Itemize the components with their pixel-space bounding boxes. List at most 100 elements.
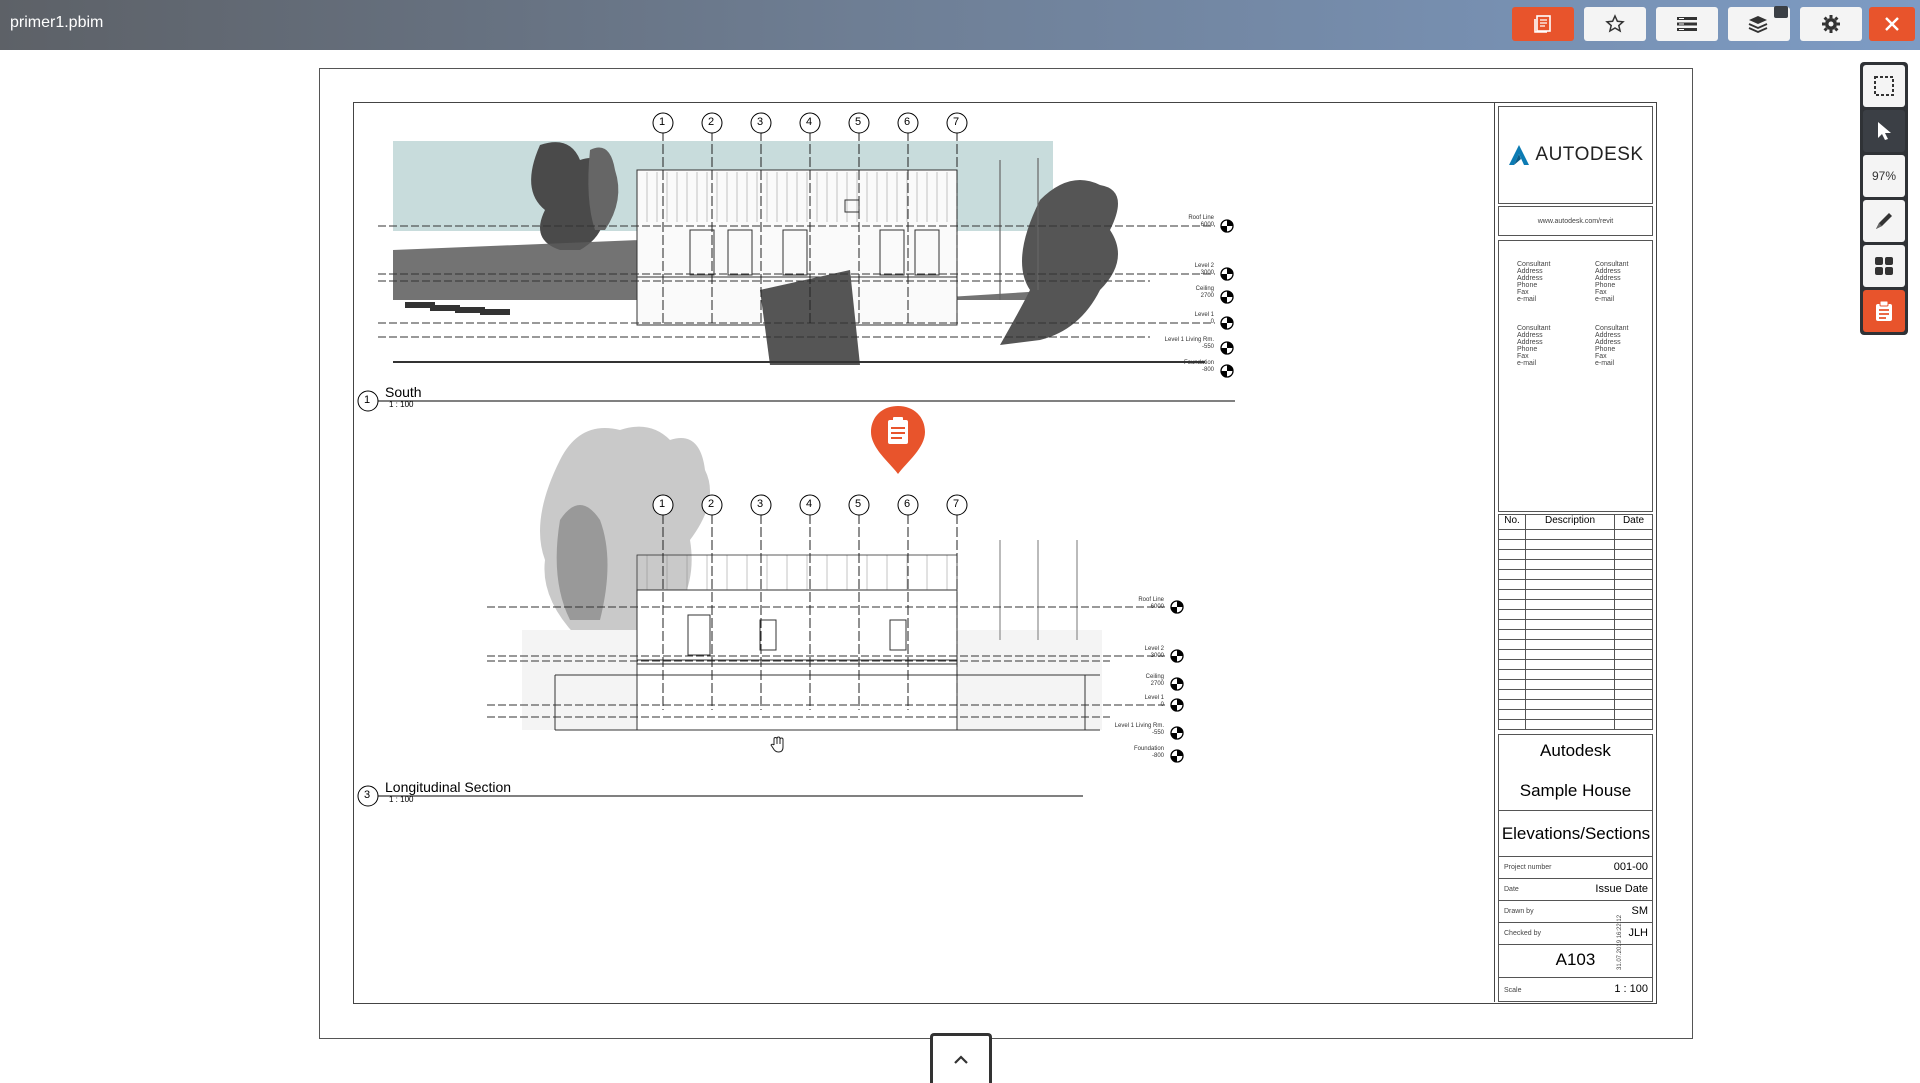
pen-icon [1876, 213, 1892, 229]
level-value: 3000 [1150, 653, 1164, 659]
close-button[interactable] [1869, 7, 1915, 41]
favorites-button[interactable] [1584, 7, 1646, 41]
view-name: South [385, 384, 422, 400]
grid-four-icon [1875, 257, 1893, 275]
level-name: Level 1 Living Rm. [1114, 723, 1164, 729]
revision-rows [1499, 530, 1652, 729]
grid-label: 7 [953, 498, 960, 510]
grid-label: 4 [806, 116, 813, 128]
grid-label: 1 [659, 498, 666, 510]
settings-button[interactable] [1800, 7, 1862, 41]
pointer-tool-button[interactable] [1863, 110, 1905, 152]
issue-pin[interactable] [869, 404, 927, 476]
grid-label: 3 [757, 498, 764, 510]
field-row: Checked by JLH [1499, 923, 1652, 945]
level-value: 0 [1210, 319, 1214, 325]
level-value: -550 [1201, 344, 1214, 350]
level-value: 2700 [1150, 681, 1164, 687]
sheets-button[interactable] [1512, 7, 1574, 41]
issues-button[interactable] [1863, 290, 1905, 332]
expand-panel-button[interactable] [930, 1033, 992, 1083]
region-select-button[interactable] [1863, 65, 1905, 107]
consultant-block: Consultant Address Address Phone Fax e-mail [1517, 261, 1551, 303]
rev-col-date: Date [1622, 515, 1645, 526]
level-name: Foundation [1183, 360, 1214, 366]
components-button[interactable] [1863, 245, 1905, 287]
level-value: 6000 [1200, 222, 1214, 228]
autodesk-logo: AUTODESK [1535, 144, 1644, 165]
level-name: Ceiling [1195, 286, 1214, 292]
level-name: Level 1 Living Rm. [1164, 337, 1214, 343]
grid-label: 7 [953, 116, 960, 128]
level-name: Foundation [1133, 746, 1164, 752]
field-row: Drawn by SM [1499, 901, 1652, 923]
rev-col-description: Description [1526, 515, 1615, 529]
level-value: 2700 [1200, 293, 1214, 299]
list-icon [1677, 17, 1697, 31]
layers-button[interactable] [1728, 6, 1790, 41]
level-value: 0 [1160, 702, 1164, 708]
layers-icon [1748, 16, 1768, 33]
close-icon [1885, 17, 1899, 31]
scale-label: Scale [1504, 987, 1522, 994]
markup-tool-button[interactable] [1863, 200, 1905, 242]
consultant-block: Consultant Address Address Phone Fax e-mail [1595, 325, 1629, 367]
autodesk-logo-icon [1509, 145, 1530, 165]
field-row: Project number 001-00 [1499, 857, 1652, 879]
properties-button[interactable] [1656, 7, 1718, 41]
level-value: -800 [1151, 753, 1164, 759]
gear-icon [1822, 15, 1840, 33]
level-value: -550 [1151, 730, 1164, 736]
star-icon [1605, 14, 1625, 33]
drawing-canvas[interactable] [353, 102, 1493, 1002]
zoom-level-button[interactable]: 97% [1863, 155, 1905, 197]
consultant-block: Consultant Address Address Phone Fax e-mail [1595, 261, 1629, 303]
level-name: Roof Line [1188, 215, 1214, 221]
sheets-icon [1534, 15, 1551, 33]
title-block: AUTODESK www.autodesk.com/revit Consulta… [1494, 102, 1656, 1002]
consultants-panel: Consultant Address Address Phone Fax e-mail C… [1498, 240, 1653, 512]
level-value: 3000 [1200, 270, 1214, 276]
pan-cursor-icon [770, 736, 784, 753]
grid-label: 5 [855, 498, 862, 510]
right-toolbar: 97% [1860, 62, 1908, 335]
grid-label: 1 [659, 116, 666, 128]
level-name: Roof Line [1138, 597, 1164, 603]
grid-label: 2 [708, 116, 715, 128]
sheet-number: A103 [1555, 950, 1596, 969]
document-title: primer1.pbim [10, 14, 104, 31]
level-name: Ceiling [1145, 674, 1164, 680]
grid-label: 2 [708, 498, 715, 510]
project-info: Autodesk Sample House Elevations/Section… [1498, 734, 1653, 1002]
view-scale: 1 : 100 [389, 795, 414, 804]
cursor-arrow-icon [1878, 122, 1891, 140]
scale-value: 1 : 100 [1614, 983, 1648, 995]
south-elevation [357, 112, 1235, 412]
grid-label: 5 [855, 116, 862, 128]
level-name: Level 2 [1144, 646, 1164, 652]
company-name: Autodesk [1540, 741, 1611, 760]
logo-panel: AUTODESK [1498, 106, 1653, 204]
url-panel: www.autodesk.com/revit [1498, 206, 1653, 236]
sheet-name: Elevations/Sections [1501, 824, 1651, 843]
view-number: 3 [364, 789, 371, 801]
level-value: 6000 [1150, 604, 1164, 610]
level-name: Level 2 [1194, 263, 1214, 269]
field-row: Date Issue Date [1499, 879, 1652, 901]
rev-col-no: No. [1499, 515, 1526, 529]
grid-label: 6 [904, 116, 911, 128]
dashed-select-icon [1874, 76, 1894, 96]
level-name: Level 1 [1144, 695, 1164, 701]
view-number: 1 [364, 394, 371, 406]
view-name: Longitudinal Section [385, 779, 512, 795]
view-scale: 1 : 100 [389, 400, 414, 409]
clipboard-pin-icon [871, 406, 925, 474]
filter-badge-icon [1774, 6, 1788, 18]
view-title-section: Longitudinal Section 1 : 100 [385, 779, 511, 804]
level-value: -800 [1201, 367, 1214, 373]
project-name: Sample House [1519, 781, 1632, 800]
grid-label: 3 [757, 116, 764, 128]
website-url: www.autodesk.com/revit [1537, 217, 1614, 225]
grid-label: 6 [904, 498, 911, 510]
view-title-south: South 1 : 100 [385, 384, 422, 409]
